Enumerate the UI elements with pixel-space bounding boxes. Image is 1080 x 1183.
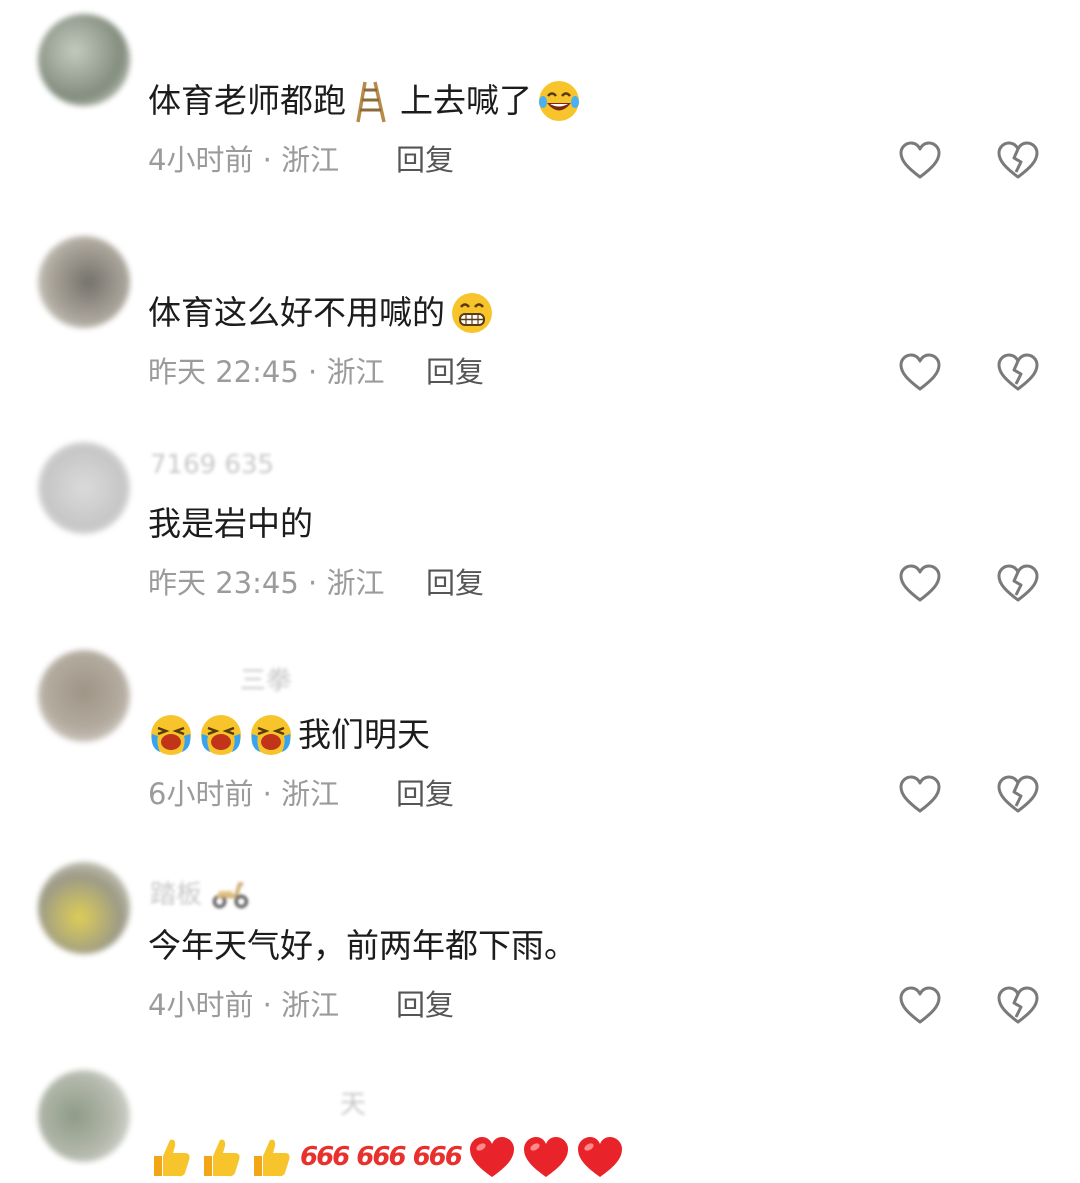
heart-emoji-icon <box>521 1134 571 1180</box>
emoji-666: 666 <box>300 1142 350 1172</box>
comment-meta: 6小时前 · 浙江 <box>148 777 340 811</box>
username[interactable]: 7169 635 <box>150 450 274 480</box>
comment-meta: 4小时前 · 浙江 <box>148 988 340 1022</box>
username[interactable]: 三拳 <box>240 660 292 697</box>
reply-button[interactable]: 回复 <box>396 774 454 814</box>
reply-button[interactable]: 回复 <box>426 563 484 603</box>
thumbs-up-emoji-icon <box>148 1134 194 1180</box>
broken-heart-icon[interactable] <box>996 563 1040 603</box>
avatar[interactable] <box>38 862 130 954</box>
emoji-666: 666 <box>356 1142 406 1172</box>
heart-outline-icon[interactable] <box>898 774 942 814</box>
heart-outline-icon[interactable] <box>898 563 942 603</box>
heart-emoji-icon <box>467 1134 517 1180</box>
avatar[interactable] <box>38 1070 130 1162</box>
avatar[interactable] <box>38 14 130 106</box>
heart-outline-icon[interactable] <box>898 352 942 392</box>
ladder-emoji-icon <box>350 78 396 124</box>
crying-laugh-emoji-icon <box>148 712 194 758</box>
username[interactable]: 踏板 <box>150 872 250 912</box>
crying-laugh-emoji-icon <box>198 712 244 758</box>
thumbs-up-emoji-icon <box>198 1134 244 1180</box>
comment-text: 我们明天 <box>148 712 430 758</box>
reply-button[interactable]: 回复 <box>426 352 484 392</box>
avatar[interactable] <box>38 236 130 328</box>
emoji-666: 666 <box>412 1142 463 1172</box>
broken-heart-icon[interactable] <box>996 774 1040 814</box>
comment-text: 我是岩中的 <box>148 504 313 543</box>
broken-heart-icon[interactable] <box>996 140 1040 180</box>
broken-heart-icon[interactable] <box>996 985 1040 1025</box>
reply-button[interactable]: 回复 <box>396 140 454 180</box>
reply-button[interactable]: 回复 <box>396 985 454 1025</box>
avatar[interactable] <box>38 442 130 534</box>
comment-meta: 昨天 22:45 · 浙江 <box>148 355 385 389</box>
tears-of-joy-emoji-icon <box>536 78 582 124</box>
comment-text: 体育这么好不用喊的 <box>148 290 495 336</box>
username[interactable]: 天 <box>340 1084 366 1121</box>
broken-heart-icon[interactable] <box>996 352 1040 392</box>
scooter-emoji-icon <box>210 872 250 912</box>
comment-text: 今年天气好，前两年都下雨。 <box>148 926 577 965</box>
thumbs-up-emoji-icon <box>248 1134 294 1180</box>
heart-emoji-icon <box>575 1134 625 1180</box>
comment-text: 体育老师都跑 上去喊了 <box>148 78 582 124</box>
avatar[interactable] <box>38 650 130 742</box>
comment-text: 666 666 666 <box>148 1134 625 1180</box>
crying-laugh-emoji-icon <box>248 712 294 758</box>
comment-meta: 昨天 23:45 · 浙江 <box>148 566 385 600</box>
heart-outline-icon[interactable] <box>898 985 942 1025</box>
heart-outline-icon[interactable] <box>898 140 942 180</box>
comment-meta: 4小时前 · 浙江 <box>148 143 340 177</box>
grinning-emoji-icon <box>449 290 495 336</box>
